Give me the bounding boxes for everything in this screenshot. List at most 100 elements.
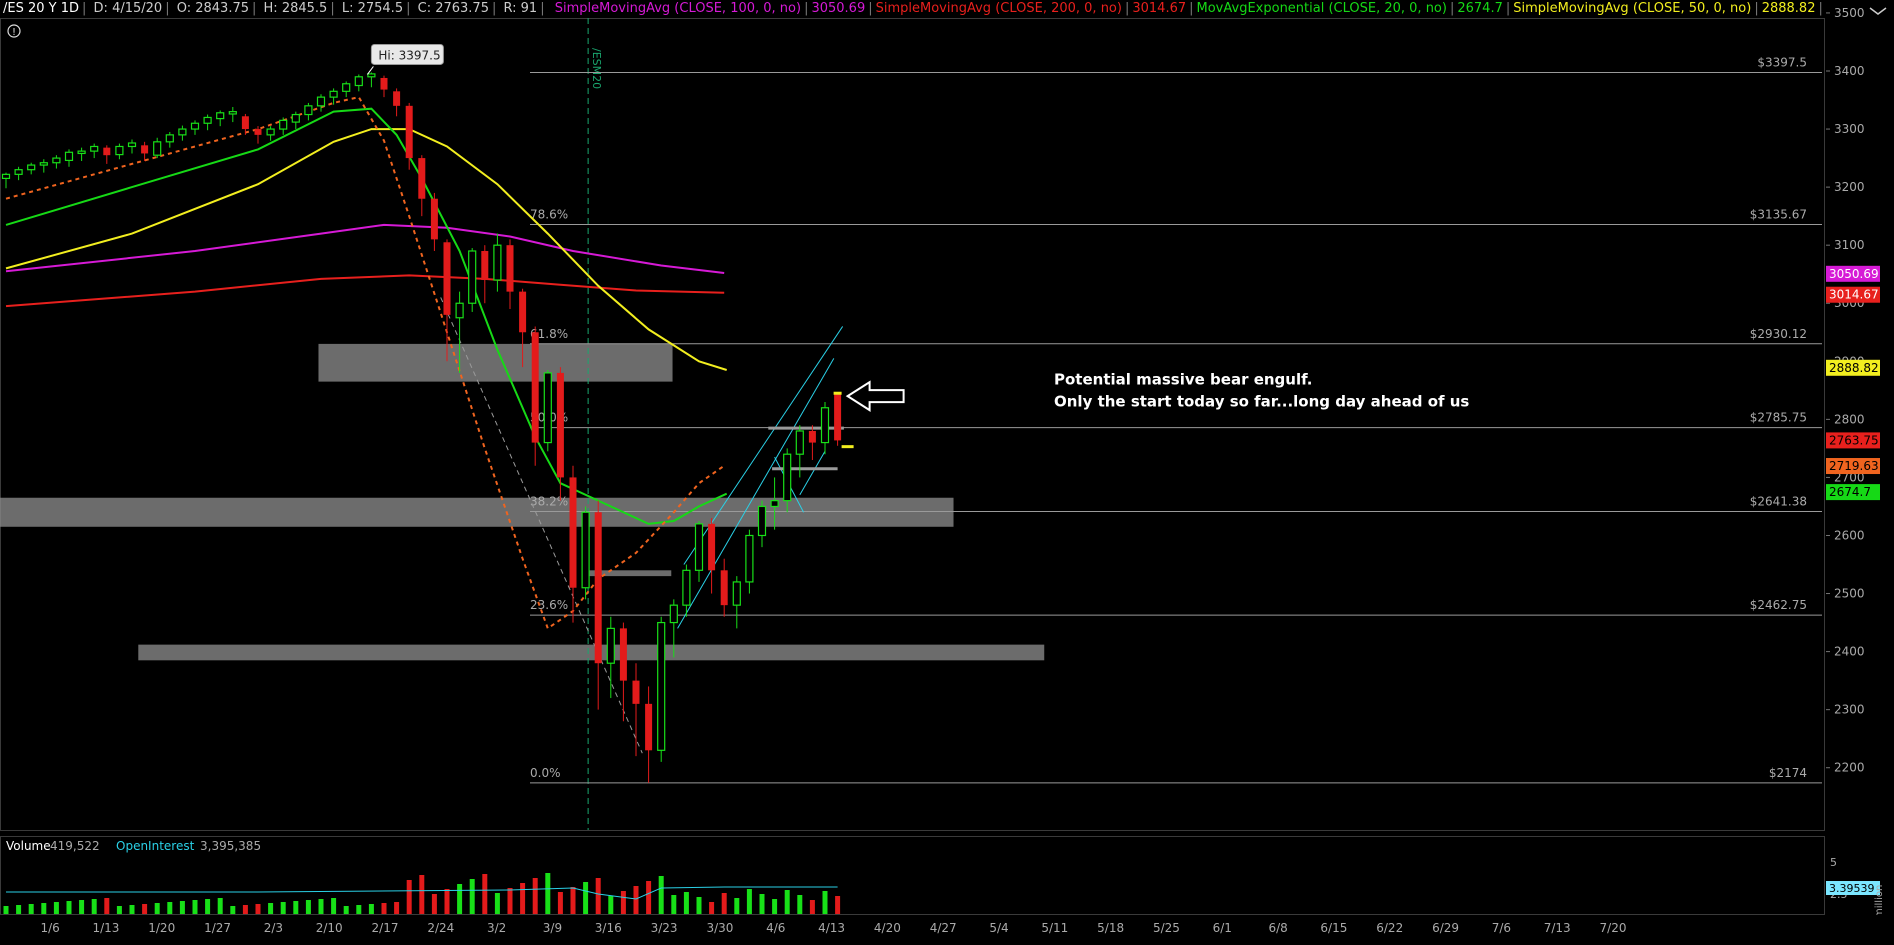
volume-bar: [3, 906, 9, 914]
volume-tick-label: 5: [1830, 856, 1837, 869]
study-label[interactable]: MovAvgExponential (CLOSE, 20, 0, no): [1194, 1, 1450, 16]
volume-bar: [835, 896, 841, 914]
fib-price-label: $2641.38: [1750, 494, 1807, 508]
y-tick-label: 3400: [1834, 64, 1865, 78]
y-tick-label: 2600: [1834, 528, 1865, 542]
candle-body: [594, 512, 602, 664]
low-label: L: 2754.5: [341, 1, 404, 16]
fib-pct-label: 78.6%: [530, 207, 568, 221]
y-tick-label: 3100: [1834, 238, 1865, 252]
candle-body: [14, 169, 23, 175]
high-label: H: 2845.5: [263, 1, 328, 16]
candle-body: [27, 164, 36, 171]
fib-price-label: $2462.75: [1750, 598, 1807, 612]
hi-callout-label: Hi: 3397.5: [378, 48, 440, 62]
volume-bar: [66, 901, 72, 914]
price-chart[interactable]: /ESM2078.6%$3135.6761.8%$2930.1250.0%$27…: [0, 18, 1826, 833]
volume-tag-label: 3.39539: [1829, 882, 1875, 895]
volume-bar: [331, 898, 337, 914]
candle-body: [304, 105, 313, 116]
volume-bar: [444, 889, 450, 914]
candle-body: [619, 628, 627, 681]
x-tick-label: 5/25: [1153, 921, 1180, 935]
candle-body: [266, 128, 275, 136]
candle-body: [783, 453, 792, 502]
volume-bar: [368, 904, 374, 914]
support-resistance-zone: [318, 343, 673, 382]
fib-pct-label: 0.0%: [530, 766, 561, 780]
volume-bar: [293, 901, 299, 914]
trend-line-upper: [677, 358, 835, 629]
x-tick-label: 6/29: [1432, 921, 1459, 935]
candle-body: [770, 500, 779, 508]
symbol-label[interactable]: /ES 20 Y 1D: [0, 1, 82, 16]
candle-body: [632, 680, 640, 704]
study-label[interactable]: SimpleMovingAvg (CLOSE, 200, 0, no): [873, 1, 1125, 16]
candle-body: [556, 372, 564, 478]
y-tick-label: 3200: [1834, 180, 1865, 194]
volume-bar: [356, 905, 362, 914]
candle-body: [481, 250, 489, 281]
candle-body: [380, 77, 388, 90]
candle-body: [103, 147, 111, 156]
volume-bar: [583, 882, 589, 914]
contract-roll-label: /ESM20: [590, 48, 603, 89]
price-tag-label: 3014.67: [1829, 288, 1879, 302]
x-tick-label: 1/13: [92, 921, 119, 935]
volume-bar: [116, 906, 122, 914]
open-label: O: 2843.75: [176, 1, 249, 16]
price-tag-label: 2674.7: [1829, 485, 1871, 499]
volume-bar: [167, 902, 173, 914]
x-tick-label: 2/24: [427, 921, 454, 935]
study-value: 3050.69: [811, 1, 866, 16]
volume-chart[interactable]: Volume 419,522 OpenInterest 3,395,385: [0, 836, 1826, 926]
volume-bar: [696, 897, 702, 914]
volume-bar: [772, 899, 778, 914]
price-axis[interactable]: 2200230024002500260027002800290030003100…: [1826, 0, 1894, 915]
candle-body: [203, 116, 212, 124]
volume-bar: [494, 893, 500, 914]
candle-body: [506, 245, 514, 292]
candle-body: [820, 407, 830, 444]
candle-body: [367, 73, 376, 78]
volume-bar: [53, 902, 59, 914]
x-tick-label: 3/2: [487, 921, 506, 935]
study-value: 2888.82: [1761, 1, 1816, 16]
study-label[interactable]: SimpleMovingAvg (CLOSE, 50, 0, no): [1510, 1, 1754, 16]
x-tick-label: 5/18: [1097, 921, 1124, 935]
study-label[interactable]: SimpleMovingAvg (CLOSE, 100, 0, no): [552, 1, 804, 16]
study-label[interactable]: MovAvgExponential (CLOSE, 8, 0, no): [1823, 1, 1825, 16]
annotation-text: Potential massive bear engulf.: [1054, 370, 1313, 388]
candle-body: [543, 372, 552, 444]
volume-bar: [16, 905, 22, 914]
moving-average-line: [5, 107, 728, 525]
volume-panel-frame: [0, 836, 1825, 915]
volume-bar: [595, 878, 601, 914]
volume-bar: [469, 879, 475, 914]
volume-bar: [419, 875, 425, 914]
volume-bar: [520, 883, 526, 914]
moving-average-line: [5, 223, 725, 274]
volume-bar: [305, 900, 311, 914]
candle-body: [279, 119, 288, 130]
x-tick-label: 3/16: [595, 921, 622, 935]
candle-body: [732, 581, 741, 606]
candle-body: [241, 116, 249, 130]
x-tick-label: 1/6: [40, 921, 59, 935]
candle-body: [165, 134, 174, 143]
candle-body: [39, 162, 48, 166]
volume-bar: [557, 892, 563, 914]
date-label: D: 4/15/20: [93, 1, 163, 16]
candle-body: [682, 569, 691, 606]
candle-body: [493, 244, 502, 281]
fib-price-label: $3397.5: [1757, 55, 1807, 69]
x-tick-label: 5/11: [1041, 921, 1068, 935]
volume-bar: [709, 902, 715, 914]
volume-bar: [457, 884, 463, 914]
volume-bar: [532, 878, 538, 914]
volume-bar: [746, 889, 752, 914]
candle-body: [468, 250, 477, 304]
candle-body: [329, 90, 338, 98]
volume-bar: [318, 899, 324, 914]
candle-body: [455, 302, 464, 319]
